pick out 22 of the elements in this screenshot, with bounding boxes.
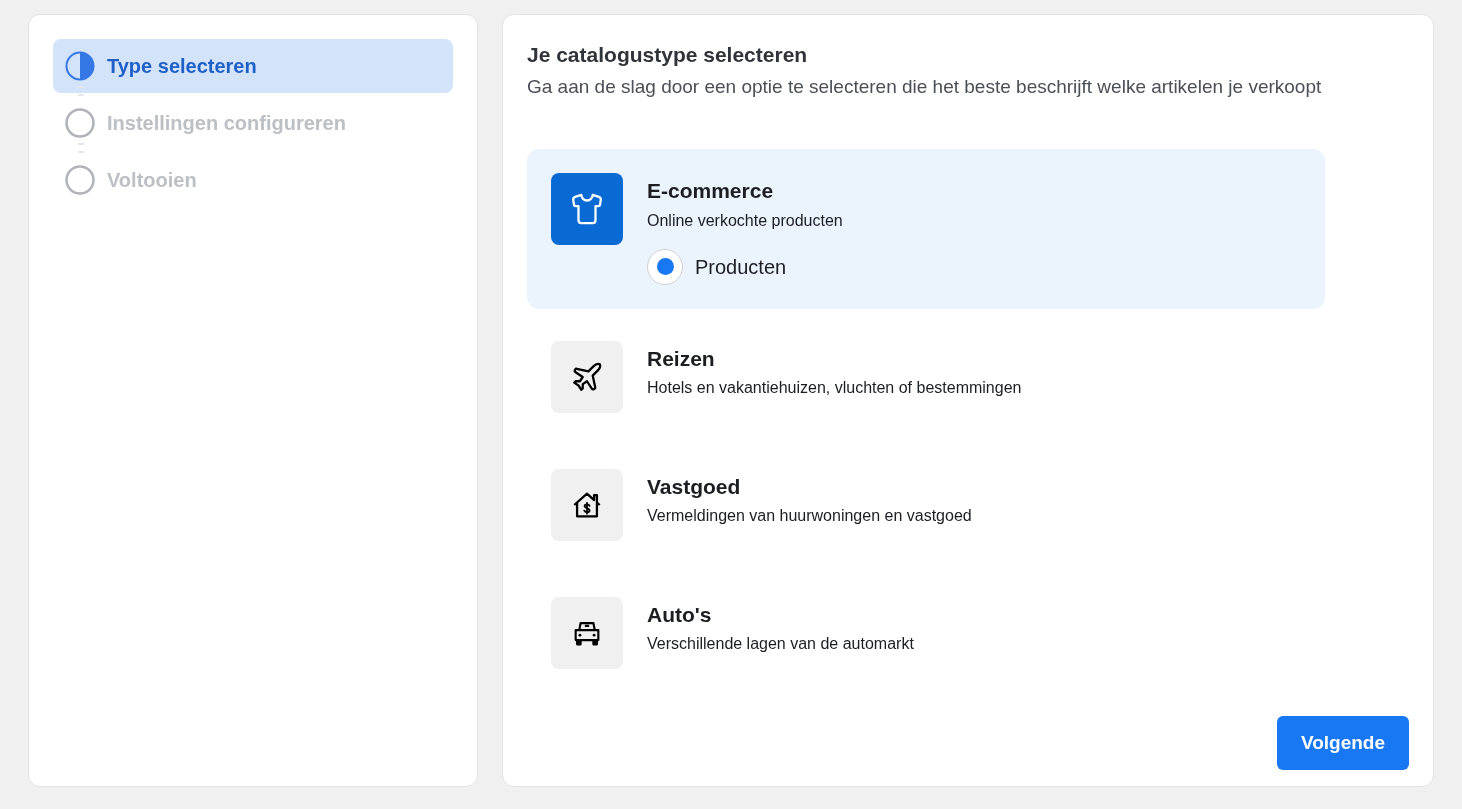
step-label: Instellingen configureren: [107, 111, 346, 136]
next-button[interactable]: Volgende: [1276, 716, 1409, 770]
option-description: Hotels en vakantiehuizen, vluchten of bestemmingen: [647, 378, 1022, 398]
shirt-icon: [570, 192, 604, 226]
radio-button[interactable]: [647, 248, 683, 285]
step-item[interactable]: Type selecteren: [53, 39, 453, 93]
panel-subtitle: Ga aan de slag door een optie te selecteren die het beste beschrijft welke artikelen je verkoopt: [527, 74, 1323, 99]
radio-label: Producten: [695, 254, 787, 280]
step-label: Type selecteren: [107, 54, 257, 79]
option-title: Vastgoed: [647, 473, 742, 500]
catalog-type-option[interactable]: E-commerce Online verkochte producten Producten: [527, 149, 1325, 309]
catalog-type-option[interactable]: Auto's Verschillende lagen van de automarkt: [527, 572, 1325, 693]
option-title: Auto's: [647, 601, 713, 628]
option-description: Online verkochte producten: [647, 210, 843, 231]
step-label: Voltooien: [107, 168, 197, 193]
option-title: E-commerce: [647, 178, 775, 204]
catalog-type-option[interactable]: Vastgoed Vermeldingen van huurwoningen en vastgoed: [527, 444, 1325, 565]
option-description: Verschillende lagen van de automarkt: [647, 634, 914, 654]
option-title: Reizen: [647, 345, 716, 372]
option-description: Vermeldingen van huurwoningen en vastgoed: [647, 506, 972, 526]
panel-title: Je catalogustype selecteren: [527, 42, 809, 68]
catalog-type-option[interactable]: Reizen Hotels en vakantiehuizen, vluchten of bestemmingen: [527, 316, 1325, 437]
